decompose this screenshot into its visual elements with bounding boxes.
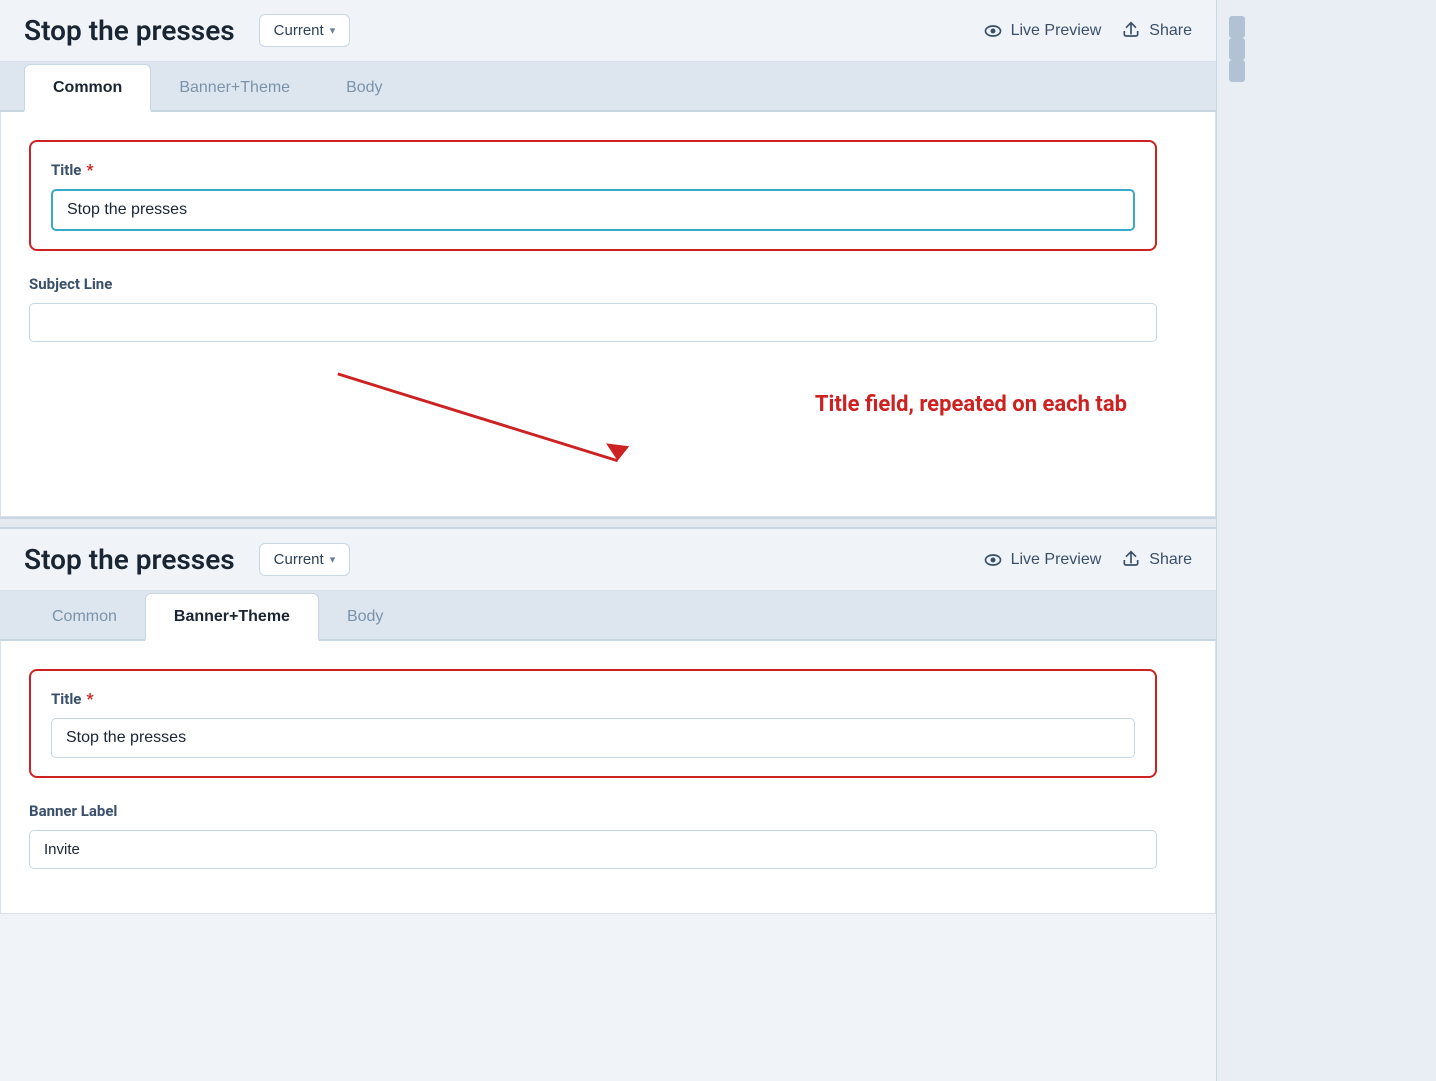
- header-actions-top: Live Preview Share: [983, 21, 1192, 41]
- top-panel: Stop the presses Current ▾ Live Preview: [0, 0, 1216, 517]
- tab-bar-bottom: Common Banner+Theme Body: [0, 591, 1216, 641]
- top-section-wrapper: Title * Subject Line: [29, 140, 1187, 342]
- title-input-bottom[interactable]: [51, 718, 1135, 758]
- annotation-area: Title field, repeated on each tab: [29, 362, 1187, 492]
- subject-line-section-top: Subject Line: [29, 275, 1157, 342]
- share-label-bottom: Share: [1149, 551, 1192, 569]
- banner-label-label: Banner Label: [29, 802, 1157, 820]
- title-required-star-top: *: [86, 160, 93, 179]
- tab-body-top[interactable]: Body: [318, 65, 410, 112]
- sidebar-strip-1: [1229, 16, 1245, 38]
- banner-label-input[interactable]: [29, 830, 1157, 869]
- bottom-section-wrapper: Title * Banner Label: [29, 669, 1187, 869]
- share-icon-bottom: [1121, 550, 1141, 570]
- title-field-highlight-bottom: Title *: [29, 669, 1157, 778]
- sidebar-strip-2: [1229, 38, 1245, 60]
- eye-icon-top: [983, 21, 1003, 41]
- current-label-top: Current: [274, 22, 324, 39]
- title-input-top[interactable]: [51, 189, 1135, 231]
- subject-line-input-top[interactable]: [29, 303, 1157, 342]
- live-preview-button-bottom[interactable]: Live Preview: [983, 550, 1102, 570]
- panel-divider: [0, 517, 1216, 529]
- annotation-arrow: [29, 362, 1187, 492]
- chevron-down-icon-top: ▾: [330, 24, 336, 37]
- live-preview-label-bottom: Live Preview: [1011, 551, 1102, 569]
- current-dropdown-bottom[interactable]: Current ▾: [259, 543, 351, 576]
- live-preview-button-top[interactable]: Live Preview: [983, 21, 1102, 41]
- title-label-top: Title *: [51, 160, 1135, 179]
- share-icon-top: [1121, 21, 1141, 41]
- title-label-bottom: Title *: [51, 689, 1135, 708]
- bottom-panel: Stop the presses Current ▾ Live Preview: [0, 529, 1216, 914]
- tab-common-top[interactable]: Common: [24, 64, 151, 112]
- page-title-top: Stop the presses: [24, 14, 235, 47]
- header-actions-bottom: Live Preview Share: [983, 550, 1192, 570]
- tab-body-bottom[interactable]: Body: [319, 594, 411, 641]
- share-button-bottom[interactable]: Share: [1121, 550, 1192, 570]
- top-content: Title * Subject Line: [0, 112, 1216, 517]
- title-required-star-bottom: *: [86, 689, 93, 708]
- tab-common-bottom[interactable]: Common: [24, 594, 145, 641]
- tab-bar-top: Common Banner+Theme Body: [0, 62, 1216, 112]
- top-header: Stop the presses Current ▾ Live Preview: [0, 0, 1216, 62]
- live-preview-label-top: Live Preview: [1011, 22, 1102, 40]
- title-field-highlight-top: Title *: [29, 140, 1157, 251]
- subject-line-label-top: Subject Line: [29, 275, 1157, 293]
- share-label-top: Share: [1149, 22, 1192, 40]
- share-button-top[interactable]: Share: [1121, 21, 1192, 41]
- tab-banner-theme-bottom[interactable]: Banner+Theme: [145, 593, 319, 641]
- current-dropdown-top[interactable]: Current ▾: [259, 14, 351, 47]
- bottom-header: Stop the presses Current ▾ Live Preview: [0, 529, 1216, 591]
- bottom-content: Title * Banner Label: [0, 641, 1216, 914]
- eye-icon-bottom: [983, 550, 1003, 570]
- banner-label-section: Banner Label: [29, 802, 1157, 869]
- page-title-bottom: Stop the presses: [24, 543, 235, 576]
- chevron-down-icon-bottom: ▾: [330, 553, 336, 566]
- tab-banner-theme-top[interactable]: Banner+Theme: [151, 65, 318, 112]
- right-sidebar: [1216, 0, 1436, 1081]
- annotation-text: Title field, repeated on each tab: [815, 392, 1127, 417]
- sidebar-strip-3: [1229, 60, 1245, 82]
- current-label-bottom: Current: [274, 551, 324, 568]
